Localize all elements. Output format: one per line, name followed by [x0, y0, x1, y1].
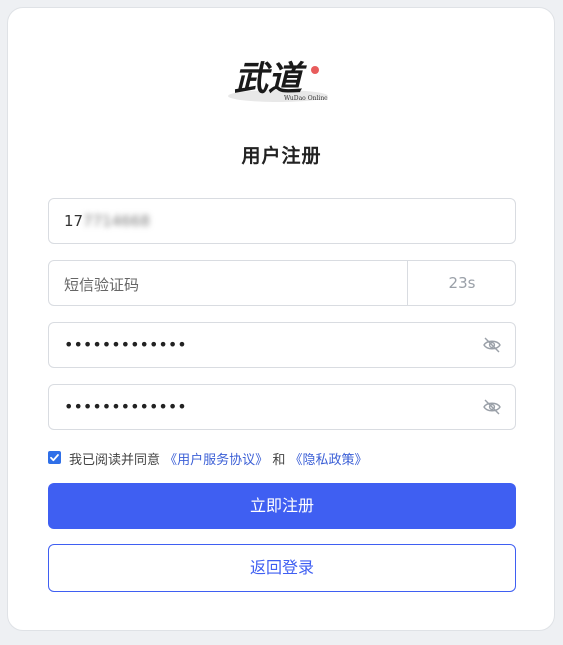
check-icon: [50, 454, 59, 462]
logo-seal: [311, 66, 319, 74]
sms-code-placeholder: 短信验证码: [64, 276, 140, 294]
back-to-login-button[interactable]: 返回登录: [48, 544, 516, 592]
password-field[interactable]: •••••••••••••: [48, 322, 516, 368]
logo-glyphs: 武道: [234, 59, 307, 99]
eye-off-icon[interactable]: [483, 399, 501, 415]
register-button[interactable]: 立即注册: [48, 483, 516, 529]
phone-prefix: 17: [64, 212, 84, 230]
privacy-link[interactable]: 《隐私政策》: [289, 453, 367, 468]
password-value: •••••••••••••: [64, 335, 187, 354]
terms-link[interactable]: 《用户服务协议》: [164, 453, 268, 468]
sms-code-field[interactable]: 短信验证码 23s: [48, 260, 516, 306]
page-title: 用户注册: [241, 145, 322, 167]
agreement-and: 和: [272, 453, 286, 468]
logo-subtitle: WuDao Online: [284, 95, 328, 102]
wudao-logo: 武道 WuDao Online: [228, 59, 328, 102]
agreement-text: 我已阅读并同意 《用户服务协议》 和 《隐私政策》: [69, 449, 367, 468]
confirm-password-field[interactable]: •••••••••••••: [48, 384, 516, 430]
agreement-prefix: 我已阅读并同意: [69, 453, 161, 468]
phone-field[interactable]: 177714668: [48, 198, 516, 244]
eye-off-icon[interactable]: [483, 337, 501, 353]
phone-blurred: 7714668: [83, 212, 150, 230]
agreement-checkbox[interactable]: [48, 451, 61, 464]
phone-value: 177714668: [64, 212, 150, 230]
confirm-password-value: •••••••••••••: [64, 397, 187, 416]
sms-countdown-button[interactable]: 23s: [408, 274, 516, 292]
